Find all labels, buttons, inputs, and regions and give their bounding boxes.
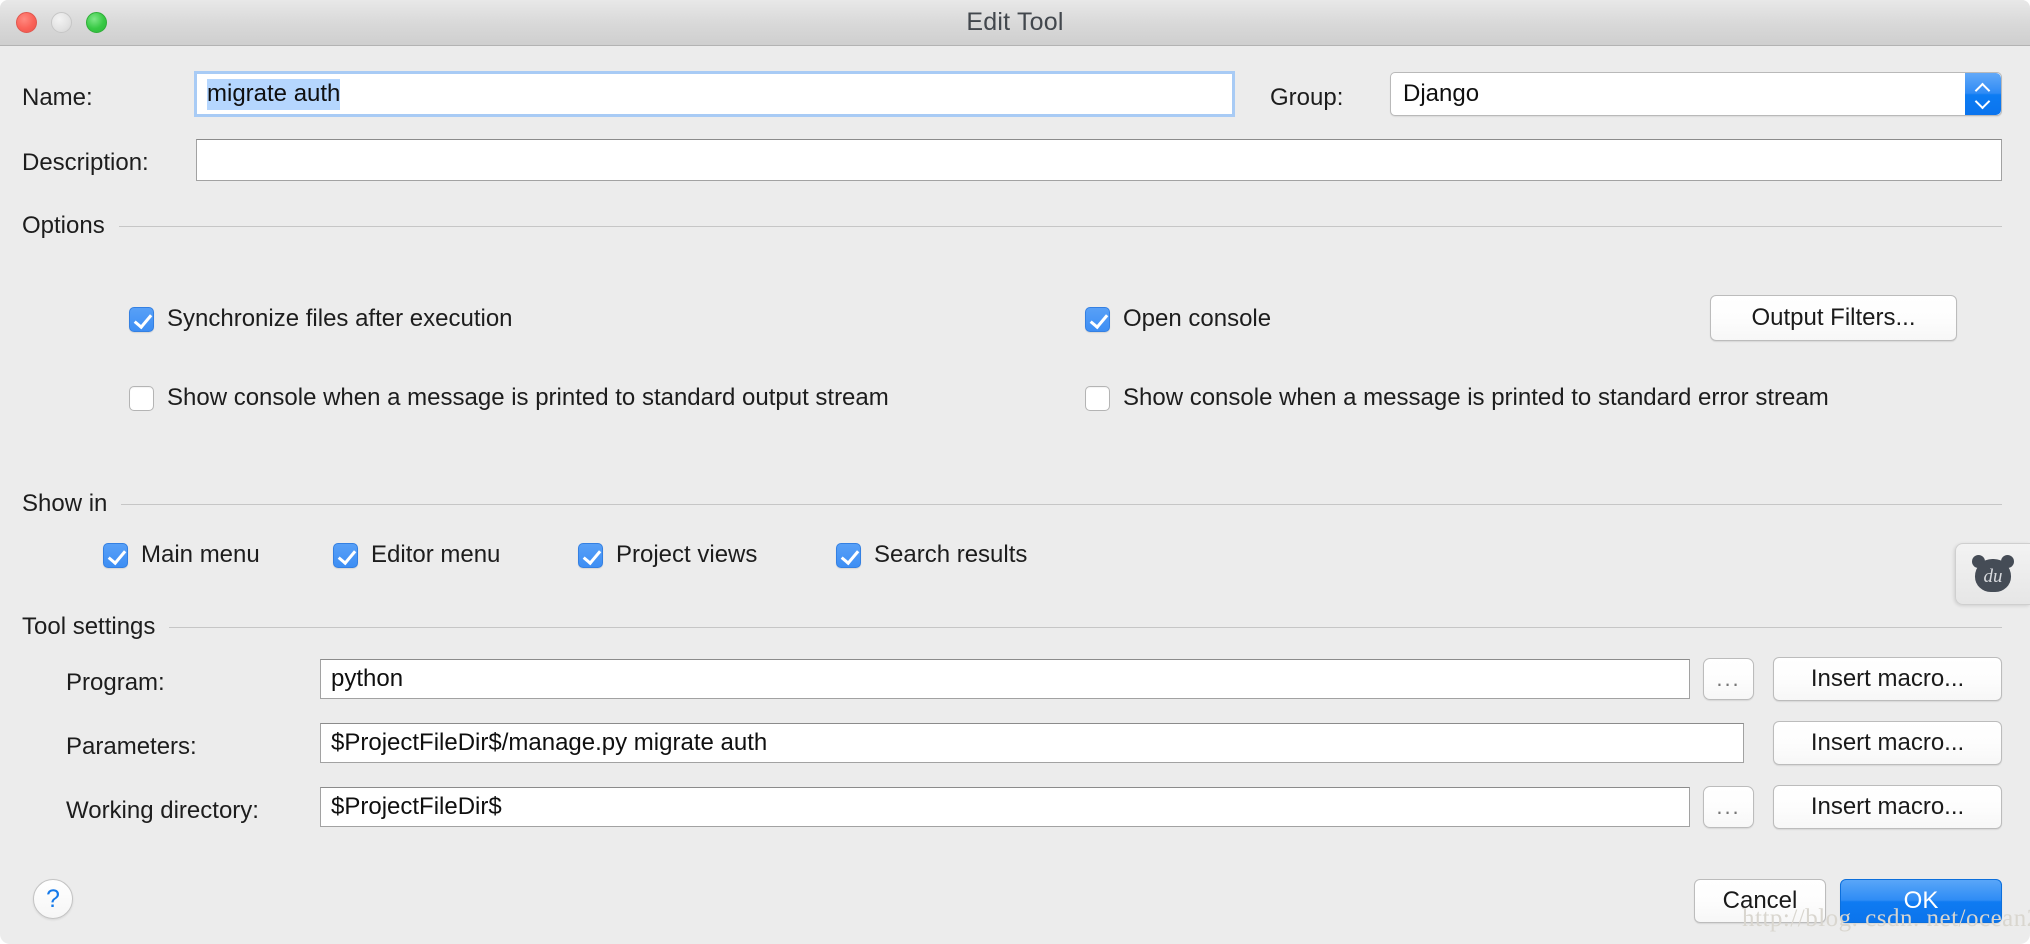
working-directory-input[interactable]: $ProjectFileDir$ — [320, 787, 1690, 827]
description-label: Description: — [22, 149, 149, 176]
options-section-header: Options — [22, 212, 2002, 240]
window-title: Edit Tool — [966, 8, 1064, 36]
bear-head: du — [1975, 559, 2011, 592]
program-insert-macro-button[interactable]: Insert macro... — [1773, 657, 2002, 701]
parameters-input-value: $ProjectFileDir$/manage.py migrate auth — [331, 729, 768, 756]
show-in-section-title: Show in — [22, 490, 108, 517]
group-select[interactable]: Django — [1390, 72, 2002, 116]
name-input[interactable]: migrate auth — [194, 71, 1235, 117]
checkbox-label: Synchronize files after execution — [167, 305, 513, 332]
help-button[interactable]: ? — [33, 879, 73, 919]
checkbox-show-console-stdout[interactable]: Show console when a message is printed t… — [129, 384, 889, 412]
options-section-title: Options — [22, 212, 105, 239]
program-browse-button[interactable]: ... — [1703, 658, 1754, 700]
edit-tool-dialog: Edit Tool Name: migrate auth Group: Djan… — [0, 0, 2030, 944]
section-divider — [169, 626, 2002, 628]
checkbox-open-console[interactable]: Open console — [1085, 305, 1271, 333]
baidu-widget-label: du — [1983, 566, 2003, 587]
checkbox-label: Show console when a message is printed t… — [167, 384, 889, 411]
description-input[interactable] — [196, 139, 2002, 181]
checkbox-search-results[interactable]: Search results — [836, 541, 1027, 569]
checkbox-main-menu[interactable]: Main menu — [103, 541, 260, 569]
checkbox-show-console-stderr[interactable]: Show console when a message is printed t… — [1085, 384, 1829, 412]
checkbox-label: Editor menu — [371, 541, 501, 568]
parameters-label: Parameters: — [66, 733, 197, 760]
checkbox-project-views[interactable]: Project views — [578, 541, 757, 569]
working-directory-insert-macro-button[interactable]: Insert macro... — [1773, 785, 2002, 829]
working-directory-browse-button[interactable]: ... — [1703, 786, 1754, 828]
checkbox-label: Search results — [874, 541, 1028, 568]
checkbox-label: Show console when a message is printed t… — [1123, 384, 1829, 411]
section-divider — [118, 225, 2002, 227]
checkbox-indicator[interactable] — [333, 542, 358, 568]
group-select-value: Django — [1403, 80, 1480, 107]
checkbox-editor-menu[interactable]: Editor menu — [333, 541, 500, 569]
checkbox-label: Main menu — [141, 541, 260, 568]
tool-settings-section-title: Tool settings — [22, 613, 156, 640]
working-directory-label: Working directory: — [66, 797, 259, 824]
checkbox-indicator[interactable] — [129, 385, 154, 411]
checkbox-indicator[interactable] — [103, 542, 128, 568]
chevron-down-icon — [1976, 96, 1991, 105]
program-input[interactable]: python — [320, 659, 1690, 699]
checkbox-indicator[interactable] — [1085, 385, 1110, 411]
program-input-value: python — [331, 665, 404, 692]
checkbox-indicator[interactable] — [836, 542, 861, 568]
checkbox-indicator[interactable] — [578, 542, 603, 568]
checkbox-indicator[interactable] — [129, 306, 154, 332]
program-label: Program: — [66, 669, 165, 696]
output-filters-button[interactable]: Output Filters... — [1710, 295, 1957, 341]
group-label: Group: — [1270, 84, 1344, 111]
name-input-value: migrate auth — [207, 78, 341, 110]
checkbox-label: Project views — [616, 541, 758, 568]
baidu-floating-widget[interactable]: du — [1955, 543, 2030, 605]
checkbox-indicator[interactable] — [1085, 306, 1110, 332]
working-directory-input-value: $ProjectFileDir$ — [331, 793, 502, 820]
group-select-stepper[interactable] — [1965, 73, 2001, 115]
parameters-insert-macro-button[interactable]: Insert macro... — [1773, 721, 2002, 765]
chevron-up-icon — [1976, 83, 1991, 92]
parameters-input[interactable]: $ProjectFileDir$/manage.py migrate auth — [320, 723, 1744, 763]
baidu-bear-icon: du — [1972, 555, 2014, 593]
show-in-section-header: Show in — [22, 490, 2002, 518]
section-divider — [121, 503, 2002, 505]
checkbox-label: Open console — [1123, 305, 1272, 332]
title-bar: Edit Tool — [0, 0, 2030, 46]
name-label: Name: — [22, 84, 93, 111]
tool-settings-section-header: Tool settings — [22, 613, 2002, 641]
watermark-text: http://blog. csdn. net/ocean20 — [1742, 905, 2030, 932]
checkbox-synchronize-files[interactable]: Synchronize files after execution — [129, 305, 513, 333]
